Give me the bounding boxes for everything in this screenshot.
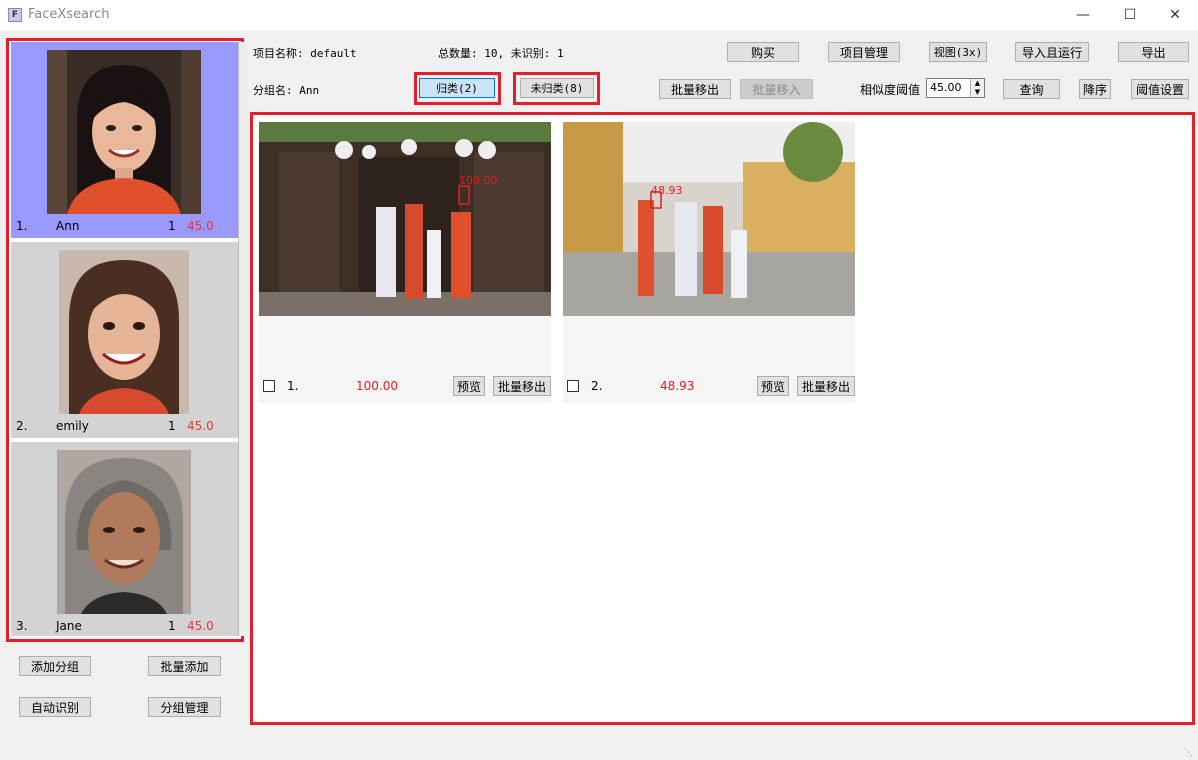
app-icon: F — [8, 8, 22, 22]
group-name: Jane — [56, 619, 82, 633]
group-count: 1 — [168, 419, 176, 433]
move-out-button[interactable]: 批量移出 — [493, 376, 551, 396]
face-score-overlay: 48.93 — [651, 184, 683, 197]
face-photo-ann — [47, 50, 201, 214]
maximize-icon[interactable]: ☐ — [1107, 0, 1153, 30]
close-icon[interactable]: ✕ — [1152, 0, 1198, 30]
add-group-button[interactable]: 添加分组 — [19, 656, 91, 676]
result-score: 48.93 — [660, 379, 695, 393]
group-card-emily[interactable]: 2. emily 1 45.0 — [11, 242, 238, 438]
similarity-spinbox[interactable]: 45.00 ▲ ▼ — [926, 78, 985, 98]
group-threshold: 45.0 — [187, 619, 214, 633]
group-name: Ann — [56, 219, 80, 233]
group-card-jane[interactable]: 3. Jane 1 45.0 — [11, 442, 238, 636]
result-score: 100.00 — [356, 379, 398, 393]
auto-recognize-button[interactable]: 自动识别 — [19, 697, 91, 717]
move-out-button[interactable]: 批量移出 — [797, 376, 855, 396]
batch-add-button[interactable]: 批量添加 — [148, 656, 221, 676]
similarity-threshold-label: 相似度阈值 — [860, 83, 921, 97]
preview-button[interactable]: 预览 — [453, 376, 485, 396]
export-button[interactable]: 导出 — [1118, 42, 1189, 62]
face-score-overlay: 100.00 — [459, 174, 498, 187]
import-run-button[interactable]: 导入且运行 — [1015, 42, 1089, 62]
group-count: 1 — [168, 219, 176, 233]
group-threshold: 45.0 — [187, 419, 214, 433]
similarity-value: 45.00 — [930, 81, 962, 94]
window-title: FaceXsearch — [28, 7, 110, 22]
group-name: emily — [56, 419, 89, 433]
batch-move-in-button[interactable]: 批量移入 — [740, 79, 813, 99]
unclassified-tab-button[interactable]: 未归类(8) — [520, 78, 594, 98]
result-card-1[interactable]: 100.00 1. 100.00 预览 批量移出 — [259, 122, 551, 403]
spin-up-icon[interactable]: ▲ — [970, 79, 984, 88]
view-button[interactable]: 视图(3x) — [929, 42, 987, 62]
query-button[interactable]: 查询 — [1003, 79, 1060, 99]
group-row: 3. Jane 1 45.0 — [11, 619, 238, 635]
group-row: 1. Ann 1 45.0 — [11, 219, 238, 235]
select-checkbox[interactable] — [263, 380, 275, 392]
project-name-label: 项目名称: default — [253, 47, 357, 60]
title-bar: F FaceXsearch — ☐ ✕ — [0, 0, 1198, 30]
group-count: 1 — [168, 619, 176, 633]
group-index: 2. — [16, 419, 28, 433]
group-list-scrollbar[interactable] — [238, 42, 246, 636]
result-card-2[interactable]: 48.93 2. 48.93 预览 批量移出 — [563, 122, 855, 403]
minimize-icon[interactable]: — — [1060, 0, 1106, 30]
resize-grip-icon[interactable]: ⋱ — [1184, 748, 1193, 758]
group-card-ann[interactable]: 1. Ann 1 45.0 — [11, 42, 238, 238]
group-name-label: 分组名: Ann — [253, 84, 320, 97]
face-photo-jane — [57, 450, 191, 614]
classified-tab-button[interactable]: 归类(2) — [419, 78, 495, 98]
stats-label: 总数量: 10, 未识别: 1 — [438, 47, 564, 60]
select-checkbox[interactable] — [567, 380, 579, 392]
preview-button[interactable]: 预览 — [757, 376, 789, 396]
group-index: 3. — [16, 619, 28, 633]
sort-desc-button[interactable]: 降序 — [1079, 79, 1111, 99]
batch-move-out-button[interactable]: 批量移出 — [659, 79, 731, 99]
group-threshold: 45.0 — [187, 219, 214, 233]
group-manage-button[interactable]: 分组管理 — [148, 697, 221, 717]
threshold-settings-button[interactable]: 阈值设置 — [1131, 79, 1189, 99]
result-index: 2. — [591, 379, 603, 393]
group-index: 1. — [16, 219, 28, 233]
buy-button[interactable]: 购买 — [727, 42, 799, 62]
result-index: 1. — [287, 379, 299, 393]
result-photo-1[interactable]: 100.00 — [259, 122, 551, 316]
project-manage-button[interactable]: 项目管理 — [828, 42, 900, 62]
group-row: 2. emily 1 45.0 — [11, 419, 238, 435]
face-photo-emily — [59, 250, 189, 414]
spin-down-icon[interactable]: ▼ — [970, 88, 984, 97]
result-photo-2[interactable]: 48.93 — [563, 122, 855, 316]
